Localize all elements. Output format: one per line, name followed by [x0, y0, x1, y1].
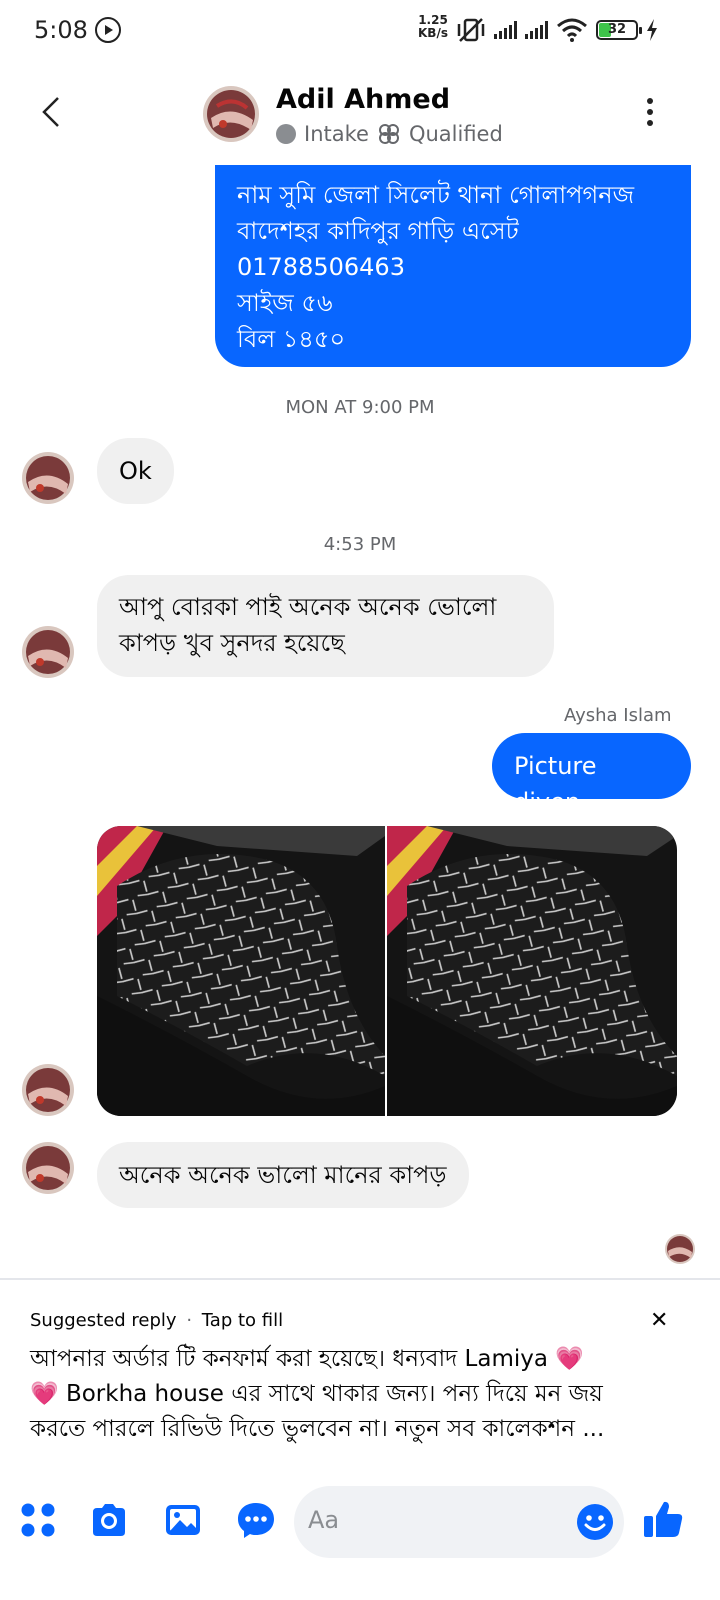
status-dot-icon — [276, 124, 296, 144]
message-list[interactable]: নাম সুমি জেলা সিলেট থানা গোলাপগনজ বাদেশহ… — [0, 165, 720, 1280]
battery-indicator: 32 — [596, 20, 642, 40]
incoming-message-ok[interactable]: Ok — [97, 438, 174, 504]
signal-1-icon — [494, 21, 517, 39]
divider — [0, 1278, 720, 1280]
network-speed: 1.25 KB/s — [418, 13, 448, 40]
tag-qualified: Qualified — [408, 122, 503, 146]
back-chevron-icon[interactable] — [30, 90, 74, 134]
incoming-message-review[interactable]: আপু বোরকা পাই অনেক অনেক ভোলো কাপড় খুব স… — [97, 575, 554, 677]
avatar[interactable] — [22, 1142, 74, 1194]
suggested-reply-header: Suggested reply · Tap to fill — [30, 1310, 284, 1331]
more-vertical-icon[interactable] — [640, 98, 660, 132]
close-icon[interactable]: ✕ — [650, 1308, 668, 1333]
qualified-icon — [378, 124, 399, 144]
avatar[interactable] — [22, 452, 74, 504]
thumbs-up-icon[interactable] — [642, 1498, 684, 1540]
outgoing-message-order[interactable]: নাম সুমি জেলা সিলেট থানা গোলাপগনজ বাদেশহ… — [215, 165, 691, 367]
chat-bubble-icon[interactable] — [236, 1500, 276, 1540]
focus-mode-icon — [95, 17, 121, 43]
message-input[interactable]: Aa — [294, 1486, 624, 1558]
camera-icon[interactable] — [89, 1500, 129, 1540]
status-time: 5:08 — [34, 16, 88, 44]
suggested-reply-text[interactable]: আপনার অর্ডার টি কনফার্ম করা হয়েছে। ধন্য… — [30, 1342, 690, 1447]
avatar[interactable] — [22, 1064, 74, 1116]
composer: Aa — [0, 1480, 720, 1570]
chat-header: Adil Ahmed Intake Qualified — [0, 70, 720, 170]
charging-icon — [647, 19, 657, 41]
shared-photo-2[interactable] — [387, 826, 677, 1116]
emoji-icon[interactable] — [576, 1503, 614, 1541]
avatar[interactable] — [203, 86, 259, 142]
vibrate-off-icon — [457, 18, 485, 42]
incoming-message-quality[interactable]: অনেক অনেক ভালো মানের কাপড় — [97, 1142, 469, 1208]
status-icons: 32 — [456, 14, 658, 46]
status-bar: 5:08 1.25 KB/s 32 — [0, 0, 720, 60]
wifi-icon — [557, 18, 587, 42]
timestamp: MON AT 9:00 PM — [285, 397, 435, 418]
apps-grid-icon[interactable] — [18, 1500, 58, 1540]
timestamp: 4:53 PM — [323, 534, 397, 555]
signal-2-icon — [525, 21, 548, 39]
avatar[interactable] — [22, 626, 74, 678]
read-receipt-avatar — [665, 1234, 695, 1264]
contact-name[interactable]: Adil Ahmed — [276, 84, 450, 115]
sender-name: Aysha Islam — [564, 705, 672, 726]
tag-intake: Intake — [304, 122, 369, 146]
gallery-icon[interactable] — [163, 1500, 203, 1540]
message-input-placeholder: Aa — [308, 1506, 340, 1534]
shared-photo-1[interactable] — [97, 826, 385, 1116]
contact-labels: Intake Qualified — [276, 122, 503, 146]
suggested-reply-panel[interactable]: Suggested reply · Tap to fill ✕ আপনার অর… — [0, 1300, 720, 1470]
outgoing-message-picture[interactable]: Picture diyen — [492, 733, 691, 816]
